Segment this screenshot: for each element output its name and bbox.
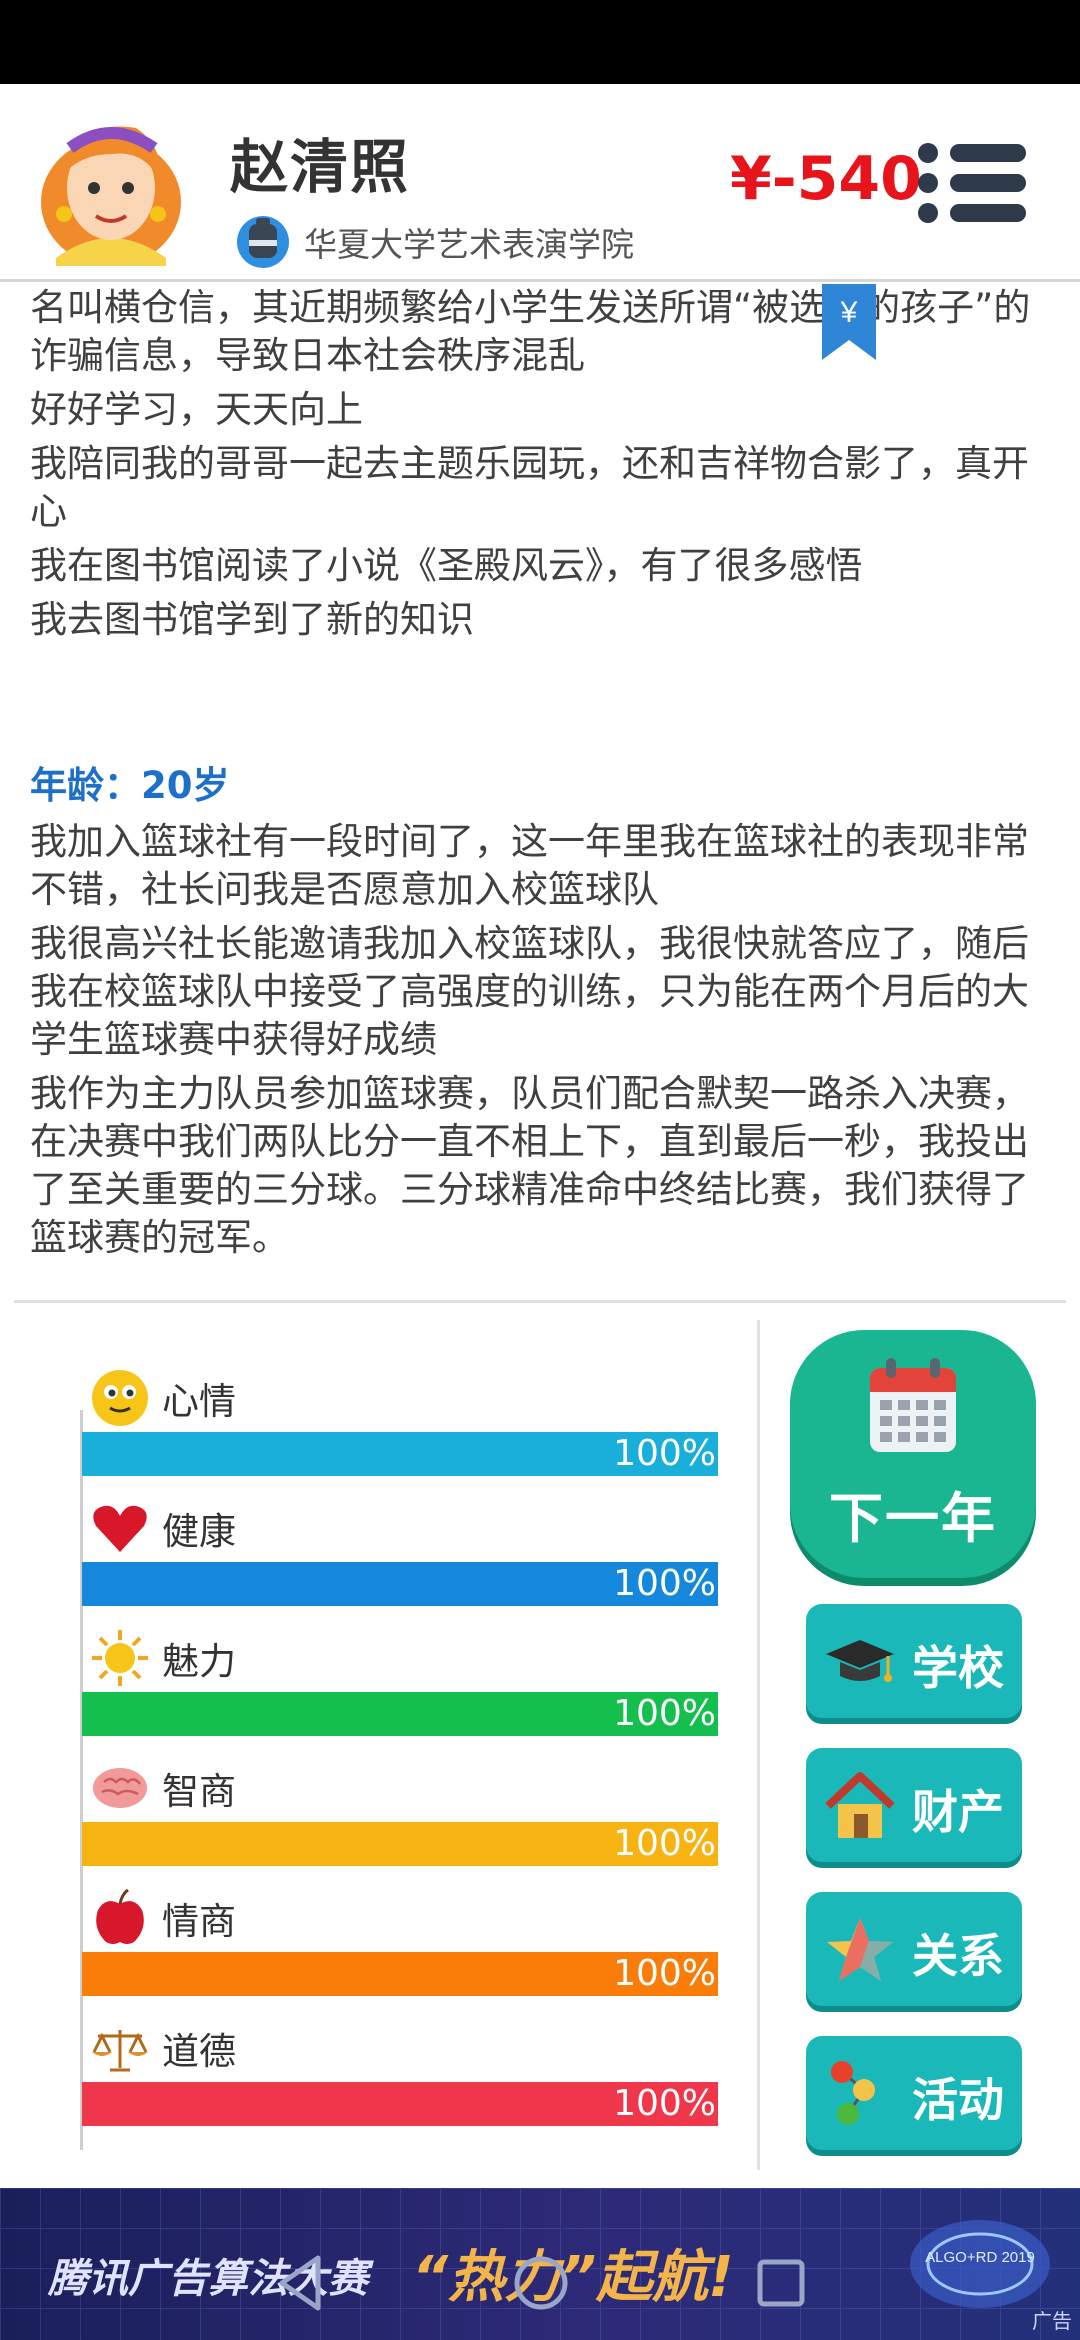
menu-icon (918, 143, 938, 163)
heart-icon (93, 1505, 147, 1552)
recents-nav-icon[interactable] (746, 2248, 816, 2318)
ad-label: 广告 (1032, 2309, 1072, 2333)
back-nav-icon[interactable] (268, 2248, 338, 2318)
brain-icon (93, 1768, 147, 1808)
stat-health: 健康 100% (80, 1496, 720, 1626)
school-button[interactable]: 学校 (806, 1604, 1022, 1718)
stat-charm: 魅力 100% (80, 1626, 720, 1756)
home-nav-icon[interactable] (506, 2248, 576, 2318)
school-name: 华夏大学艺术表演学院 (304, 225, 634, 264)
story-line: 好好学习，天天向上 (30, 388, 363, 431)
stat-eq: 情商 100% (80, 1886, 720, 2016)
smiley-icon (92, 1370, 148, 1426)
property-button[interactable]: 财产 (806, 1748, 1022, 1862)
graduation-cap-icon (826, 1640, 894, 1682)
story-after: 我加入篮球社有一段时间了，这一年里我在篮球社的表现非常不错，社长问我是否愿意加入… (30, 818, 1055, 1262)
header: 赵清照 华夏大学艺术表演学院 ¥-540 (0, 84, 1080, 282)
relations-button[interactable]: 关系 (806, 1892, 1022, 2006)
next-year-button[interactable]: 下一年 (790, 1330, 1036, 1578)
money-balance: ¥-540 (730, 144, 922, 214)
menu-button[interactable] (918, 140, 1026, 226)
stat-label: 情商 (162, 1900, 236, 1943)
stat-label: 魅力 (162, 1640, 236, 1683)
house-icon (825, 1772, 895, 1838)
school-label: 学校 (912, 1641, 1004, 1695)
stat-value: 100% (613, 1693, 716, 1734)
stat-label: 智商 (162, 1770, 236, 1813)
stat-value: 100% (613, 1953, 716, 1994)
scales-icon (92, 2030, 148, 2072)
stat-label: 道德 (162, 2030, 236, 2073)
story-line: 我去图书馆学到了新的知识 (30, 598, 474, 641)
stat-value: 100% (613, 1823, 716, 1864)
stat-morality: 道德 100% (80, 2016, 720, 2146)
stat-value: 100% (613, 1433, 716, 1474)
backpack-icon (237, 216, 289, 268)
story-line: 我在图书馆阅读了小说《圣殿风云》，有了很多感悟 (30, 544, 863, 587)
avatar[interactable] (36, 98, 186, 266)
stat-bar: 100% (82, 1692, 718, 1736)
stat-bar: 100% (82, 1822, 718, 1866)
stat-bar: 100% (82, 1562, 718, 1606)
divider (757, 1320, 760, 2170)
stat-iq: 智商 100% (80, 1756, 720, 1886)
stat-bar: 100% (82, 2082, 718, 2126)
story-line: 我很高兴社长能邀请我加入校篮球队，我很快就答应了，随后我在校篮球队中接受了高强度… (30, 922, 1029, 1061)
stat-bar: 100% (82, 1952, 718, 1996)
molecule-icon (831, 2061, 875, 2125)
property-label: 财产 (912, 1785, 1004, 1839)
stat-value: 100% (613, 2083, 716, 2124)
sun-icon (92, 1630, 148, 1686)
age-label: 年龄：20岁 (30, 764, 230, 807)
next-year-label: 下一年 (829, 1487, 997, 1550)
story-line: 我加入篮球社有一段时间了，这一年里我在篮球社的表现非常不错，社长问我是否愿意加入… (30, 820, 1029, 911)
divider (14, 1300, 1066, 1303)
status-bar (0, 0, 1080, 84)
calendar-icon (870, 1358, 956, 1452)
activity-button[interactable]: 活动 (806, 2036, 1022, 2150)
bookmark-icon[interactable]: ¥ (822, 284, 876, 360)
stat-label: 心情 (162, 1380, 236, 1423)
story-log: 名叫横仓信，其近期频繁给小学生发送所谓“被选召的孩子”的诈骗信息，导致日本社会秩… (30, 284, 1055, 1284)
story-line: 我作为主力队员参加篮球赛，队员们配合默契一路杀入决赛，在决赛中我们两队比分一直不… (30, 1072, 1029, 1259)
star-icon (827, 1918, 893, 1981)
story-line: 名叫横仓信，其近期频繁给小学生发送所谓“被选召的孩子”的诈骗信息，导致日本社会秩… (30, 286, 1031, 377)
bookmark-symbol: ¥ (840, 296, 858, 329)
character-name: 赵清照 (230, 133, 411, 201)
story-before: 名叫横仓信，其近期频繁给小学生发送所谓“被选召的孩子”的诈骗信息，导致日本社会秩… (30, 284, 1055, 644)
stat-value: 100% (613, 1563, 716, 1604)
stat-mood: 心情 100% (80, 1366, 720, 1496)
apple-icon (96, 1888, 144, 1944)
relations-label: 关系 (912, 1929, 1004, 1983)
ad-badge: ALGO+RD 2019 (910, 2220, 1050, 2308)
stat-bar: 100% (82, 1432, 718, 1476)
ad-badge-text: ALGO+RD 2019 (925, 2249, 1035, 2266)
activity-label: 活动 (912, 2073, 1004, 2127)
story-line: 我陪同我的哥哥一起去主题乐园玩，还和吉祥物合影了，真开心 (30, 442, 1029, 533)
stat-label: 健康 (162, 1510, 236, 1553)
